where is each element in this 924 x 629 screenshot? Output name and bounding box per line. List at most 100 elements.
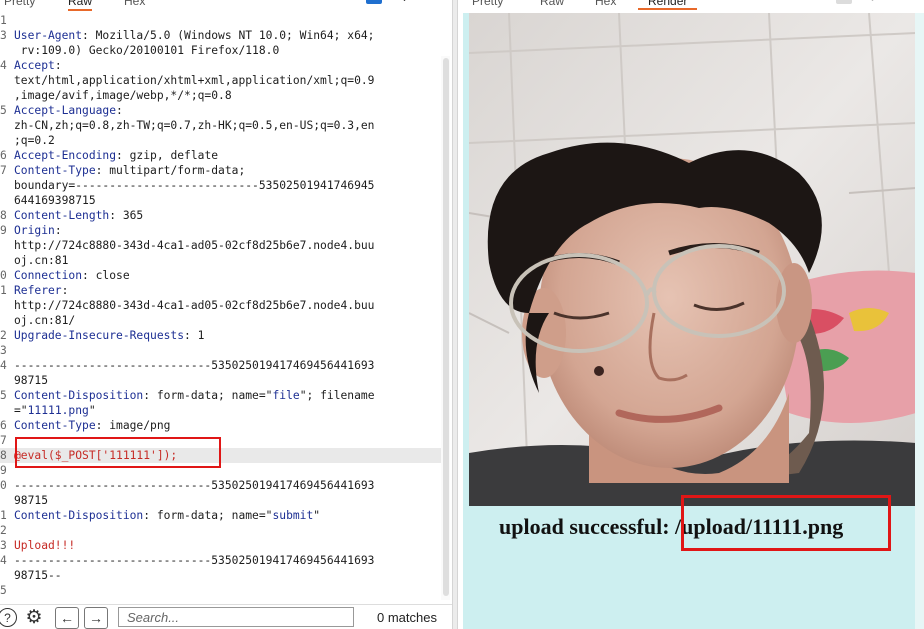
- line-number: 8: [0, 209, 7, 222]
- line-text: http://724c8880-343d-4ca1-ad05-02cf8d25b…: [14, 298, 374, 313]
- editor-line[interactable]: 4 -----------------------------5350250194…: [0, 358, 441, 373]
- editor-line[interactable]: oj.cn:81: [0, 253, 441, 268]
- editor-line[interactable]: 5 Accept-Language:: [0, 103, 441, 118]
- editor-line[interactable]: 98715: [0, 373, 441, 388]
- arrow-left-icon[interactable]: ←: [55, 607, 79, 629]
- line-text: -----------------------------53502501941…: [14, 478, 374, 493]
- line-number: 3: [0, 539, 7, 552]
- code-text: -----------------------------53502501941…: [14, 554, 375, 567]
- code-text: "; filename: [299, 389, 375, 402]
- editor-line[interactable]: 98715--: [0, 568, 441, 583]
- editor-line[interactable]: 644169398715: [0, 193, 441, 208]
- editor-line[interactable]: text/html,application/xhtml+xml,applicat…: [0, 73, 441, 88]
- editor-line[interactable]: 2: [0, 523, 441, 538]
- tab-render[interactable]: Render: [638, 0, 698, 10]
- editor-line[interactable]: 1 Referer:: [0, 283, 441, 298]
- editor-scrollbar-thumb[interactable]: [443, 58, 449, 596]
- editor-line[interactable]: 7 Content-Type: multipart/form-data;: [0, 163, 441, 178]
- wrap-toggle-icon[interactable]: [366, 0, 382, 4]
- payload-highlight-box: [15, 437, 221, 468]
- arrow-right-icon[interactable]: →: [84, 607, 108, 629]
- line-text: Referer:: [14, 283, 68, 298]
- gear-icon[interactable]: ⚙: [24, 607, 44, 628]
- line-number: 5: [0, 389, 7, 402]
- line-text: Content-Disposition: form-data; name="su…: [14, 508, 320, 523]
- header-name: Origin: [14, 224, 55, 237]
- code-text: -----------------------------53502501941…: [14, 479, 375, 492]
- editor-line[interactable]: 3: [0, 343, 441, 358]
- editor-line[interactable]: oj.cn:81/: [0, 313, 441, 328]
- line-text: -----------------------------53502501941…: [14, 553, 374, 568]
- line-text: Upgrade-Insecure-Requests: 1: [14, 328, 204, 343]
- line-text: ="11111.png": [14, 403, 96, 418]
- code-text: 98715--: [14, 569, 62, 582]
- header-name: Content-Disposition: [14, 389, 144, 402]
- request-panel: Pretty Raw Hex ⋮ 1 3 User-Agent: Mozilla/5…: [0, 0, 452, 629]
- response-tab-bar: Pretty Raw Hex Render ⋮: [458, 0, 924, 12]
- editor-line[interactable]: 3 User-Agent: Mozilla/5.0 (Windows NT 10.…: [0, 28, 441, 43]
- upload-path-highlight-box: [681, 495, 891, 551]
- editor-line[interactable]: http://724c8880-343d-4ca1-ad05-02cf8d25b…: [0, 298, 441, 313]
- render-scrollbar[interactable]: [915, 13, 924, 629]
- code-text: :: [54, 59, 62, 72]
- header-name: Content-Type: [14, 419, 96, 432]
- more-options-icon[interactable]: ⋮: [398, 0, 414, 5]
- editor-line[interactable]: 9 Origin:: [0, 223, 441, 238]
- editor-line[interactable]: 6 Accept-Encoding: gzip, deflate: [0, 148, 441, 163]
- editor-line[interactable]: zh-CN,zh;q=0.8,zh-TW;q=0.7,zh-HK;q=0.5,e…: [0, 118, 441, 133]
- line-text: ,image/avif,image/webp,*/*;q=0.8: [14, 88, 232, 103]
- search-input[interactable]: [118, 607, 354, 627]
- line-number: 4: [0, 359, 7, 372]
- editor-line[interactable]: 6 Content-Type: image/png: [0, 418, 441, 433]
- line-text: oj.cn:81/: [14, 313, 75, 328]
- response-panel: Pretty Raw Hex Render ⋮: [458, 0, 924, 629]
- editor-line[interactable]: 4 -----------------------------5350250194…: [0, 553, 441, 568]
- editor-line[interactable]: ;q=0.2: [0, 133, 441, 148]
- tab-raw[interactable]: Raw: [540, 0, 564, 8]
- tab-pretty[interactable]: Pretty: [472, 0, 503, 8]
- editor-line[interactable]: ,image/avif,image/webp,*/*;q=0.8: [0, 88, 441, 103]
- code-text: 98715: [14, 374, 49, 387]
- more-options-icon[interactable]: ⋮: [866, 0, 882, 5]
- editor-line[interactable]: 5 Content-Disposition: form-data; name="f…: [0, 388, 441, 403]
- line-text: Content-Length: 365: [14, 208, 143, 223]
- tab-pretty[interactable]: Pretty: [4, 0, 35, 8]
- editor-line[interactable]: boundary=---------------------------5350…: [0, 178, 441, 193]
- editor-line[interactable]: 98715: [0, 493, 441, 508]
- code-text: 644169398715: [14, 194, 96, 207]
- editor-line[interactable]: 8 Content-Length: 365: [0, 208, 441, 223]
- tab-raw[interactable]: Raw: [68, 0, 93, 11]
- editor-line[interactable]: http://724c8880-343d-4ca1-ad05-02cf8d25b…: [0, 238, 441, 253]
- code-text: : gzip, deflate: [116, 149, 219, 162]
- editor-line[interactable]: 4 Accept:: [0, 58, 441, 73]
- editor-line[interactable]: 0 -----------------------------5350250194…: [0, 478, 441, 493]
- line-text: zh-CN,zh;q=0.8,zh-TW;q=0.7,zh-HK;q=0.5,e…: [14, 118, 374, 133]
- code-text: : 1: [184, 329, 205, 342]
- request-editor[interactable]: 1 3 User-Agent: Mozilla/5.0 (Windows NT 10…: [0, 13, 441, 598]
- line-text: Accept-Encoding: gzip, deflate: [14, 148, 218, 163]
- editor-line[interactable]: 0 Connection: close: [0, 268, 441, 283]
- code-text: -----------------------------53502501941…: [14, 359, 375, 372]
- line-number: 3: [0, 29, 7, 42]
- code-text: :: [61, 284, 69, 297]
- editor-line[interactable]: rv:109.0) Gecko/20100101 Firefox/118.0: [0, 43, 441, 58]
- help-icon[interactable]: ?: [0, 608, 17, 627]
- tab-hex[interactable]: Hex: [595, 0, 616, 8]
- code-text: text/html,application/xhtml+xml,applicat…: [14, 74, 375, 87]
- code-text: zh-CN,zh;q=0.8,zh-TW;q=0.7,zh-HK;q=0.5,e…: [14, 119, 375, 132]
- editor-line[interactable]: 3 Upload!!!: [0, 538, 441, 553]
- wrap-toggle-icon[interactable]: [836, 0, 852, 4]
- header-name: Accept: [14, 59, 55, 72]
- editor-line[interactable]: 2 Upgrade-Insecure-Requests: 1: [0, 328, 441, 343]
- tab-hex[interactable]: Hex: [124, 0, 145, 8]
- header-name: Content-Type: [14, 164, 96, 177]
- editor-line[interactable]: 5: [0, 583, 441, 598]
- line-number: 5: [0, 584, 7, 597]
- editor-line[interactable]: ="11111.png": [0, 403, 441, 418]
- header-name: Connection: [14, 269, 83, 282]
- editor-line[interactable]: 1: [0, 13, 441, 28]
- line-text: boundary=---------------------------5350…: [14, 178, 374, 193]
- line-text: Content-Type: multipart/form-data;: [14, 163, 245, 178]
- editor-line[interactable]: 1 Content-Disposition: form-data; name="s…: [0, 508, 441, 523]
- code-text: oj.cn:81: [14, 254, 69, 267]
